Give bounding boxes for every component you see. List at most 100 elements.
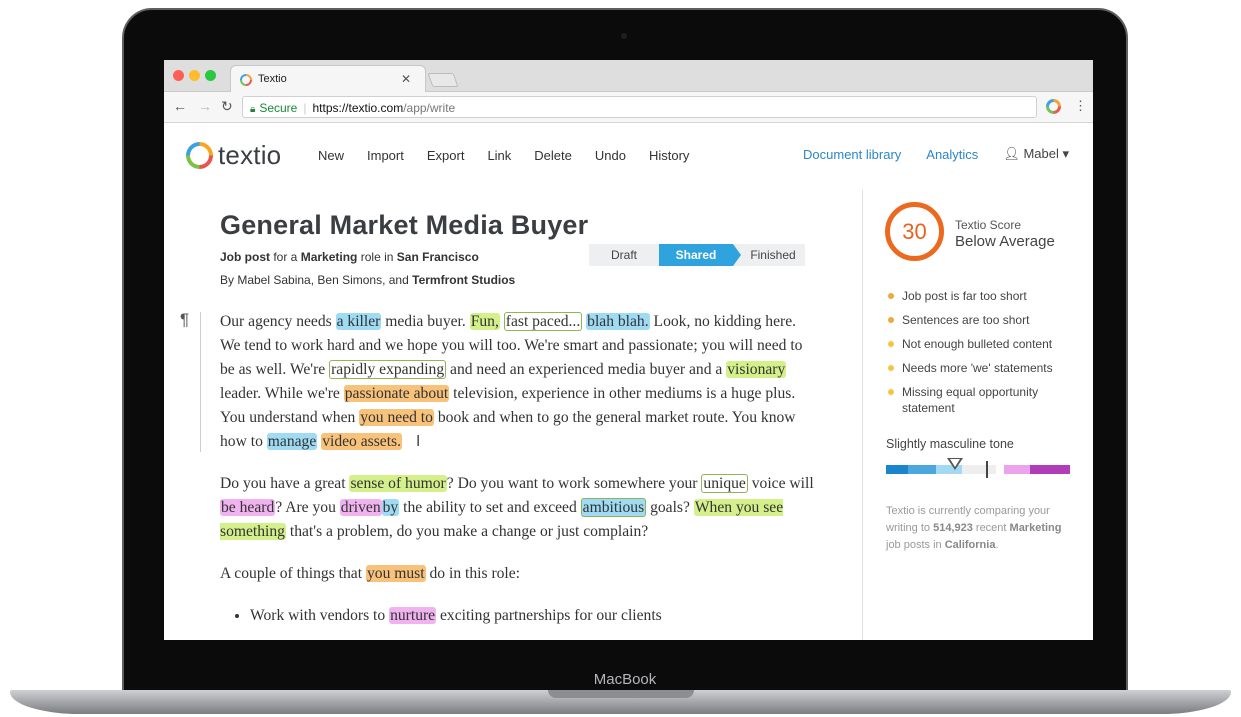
highlight-phrase[interactable]: you must [365,565,426,582]
analytics-link[interactable]: Analytics [926,147,978,162]
paragraph-2[interactable]: Do you have a great sense of humor? Do y… [220,472,820,544]
window-zoom-button[interactable] [205,70,216,81]
toolbar-menu: New Import Export Link Delete Undo Histo… [318,148,712,163]
stage-shared[interactable]: Shared [659,244,741,266]
issue-item[interactable]: Needs more 'we' statements [888,360,1068,376]
tone-meter [886,465,1070,474]
tone-center-mark [986,461,988,478]
stage-draft[interactable]: Draft [589,244,659,266]
tone-label: Slightly masculine tone [886,437,1014,451]
url-host: https://textio.com [312,101,404,115]
screen: Textio ✕ ← → ↻ 🔒︎ Secure | https://textio.c… [164,60,1093,640]
highlight-phrase[interactable]: unique [701,474,748,493]
text-run: Do you have a great [220,475,350,492]
highlight-phrase[interactable]: visionary [726,361,787,378]
document-title[interactable]: General Market Media Buyer [220,210,820,241]
browser-toolbar: ← → ↻ 🔒︎ Secure | https://textio.com/app/wr… [164,92,1093,123]
text-run: the ability to set and exceed [399,499,581,516]
app-header: textio New Import Export Link Delete Und… [164,123,1093,187]
compare-location: California [944,539,996,551]
tone-marker-inner [950,459,960,467]
menu-import[interactable]: Import [367,148,404,163]
issue-item[interactable]: Missing equal opportunity statement [888,384,1068,416]
issue-item[interactable]: Job post is far too short [888,288,1068,304]
address-separator: | [303,101,307,115]
highlight-phrase[interactable]: sense of humor [349,475,447,492]
paragraph-icon[interactable]: ¶ [180,310,189,330]
highlight-phrase[interactable]: blah blah. [586,313,650,330]
lock-icon: 🔒︎ [250,104,256,115]
user-name: Mabel [1023,146,1059,161]
textio-extension-icon[interactable] [1046,99,1061,114]
text-run: voice will [747,475,814,492]
forward-arrow-icon[interactable]: → [198,98,212,114]
sidebar-divider [862,190,863,640]
tone-segment [996,465,1004,474]
text-run: leader. While we're [220,385,344,402]
browser-menu-icon[interactable]: ⋮ [1074,98,1087,114]
score-ring: 30 [885,202,944,261]
text-run: A couple of things that [220,565,366,582]
menu-link[interactable]: Link [487,148,511,163]
meta-location[interactable]: San Francisco [397,250,479,264]
issue-item[interactable]: Not enough bulleted content [888,336,1068,352]
window-minimize-button[interactable] [189,70,200,81]
menu-history[interactable]: History [649,148,689,163]
highlight-phrase[interactable]: ambitious [580,498,647,517]
highlight-phrase[interactable]: rapidly expanding [329,360,447,379]
document-body[interactable]: Our agency needs a killer media buyer. F… [220,310,820,628]
highlight-phrase[interactable]: you need to [359,409,434,426]
highlight-phrase[interactable]: driven [339,499,382,516]
tone-segment [908,465,936,474]
browser-tab[interactable]: Textio ✕ [230,65,426,93]
address-bar[interactable]: 🔒︎ Secure | https://textio.com/app/write [242,96,1037,118]
text-run: recent [972,522,1010,534]
meta-for: for a [273,250,298,264]
laptop-notch [548,690,694,698]
issue-item[interactable]: Sentences are too short [888,312,1068,328]
reload-icon[interactable]: ↻ [221,98,233,115]
byline-prefix: By Mabel Sabina, Ben Simons, and [220,273,409,287]
right-nav: Document library Analytics 👤︎ Mabel ▾ [778,146,1069,162]
user-menu[interactable]: 👤︎ Mabel ▾ [1003,146,1069,162]
issues-list: Job post is far too short Sentences are … [888,288,1068,424]
highlight-phrase[interactable]: be heard [220,499,276,516]
highlight-phrase[interactable]: manage [266,433,318,450]
highlight-phrase[interactable]: video assets. [321,433,403,450]
highlight-phrase[interactable]: a killer [335,313,382,330]
text-cursor-icon: I [416,433,421,450]
text-run: exciting partnerships for our clients [436,607,662,624]
new-tab-button[interactable] [427,73,459,87]
document-library-link[interactable]: Document library [803,147,901,162]
highlight-phrase[interactable]: by [381,499,400,516]
camera-icon [621,33,627,39]
text-run: and need an experienced media buyer and … [446,361,727,378]
tab-close-icon[interactable]: ✕ [401,72,411,86]
stage-finished[interactable]: Finished [733,244,805,266]
text-run: that's a problem, do you make a change o… [285,523,649,540]
score-number: 30 [902,219,927,244]
meta-role[interactable]: Marketing [301,250,358,264]
menu-export[interactable]: Export [427,148,465,163]
document-byline: By Mabel Sabina, Ben Simons, and Termfro… [220,273,820,287]
highlight-phrase[interactable]: Fun, [469,313,500,330]
highlight-phrase[interactable]: nurture [389,607,437,624]
text-run: Our agency needs [220,313,336,330]
textio-logo[interactable]: textio [186,140,281,171]
window-close-button[interactable] [173,70,184,81]
user-icon: 👤︎ [1003,146,1024,161]
back-arrow-icon[interactable]: ← [173,98,187,114]
paragraph-gutter [200,312,201,452]
list-item[interactable]: Work with vendors to nurture exciting pa… [250,604,820,628]
highlight-phrase[interactable]: fast paced... [503,312,583,331]
menu-new[interactable]: New [318,148,344,163]
paragraph-3[interactable]: A couple of things that you must do in t… [220,562,820,586]
score-label: Textio Score [955,218,1022,232]
menu-undo[interactable]: Undo [595,148,626,163]
paragraph-1[interactable]: Our agency needs a killer media buyer. F… [220,310,820,454]
compare-role: Marketing [1009,522,1062,534]
menu-delete[interactable]: Delete [534,148,572,163]
workflow-stages: Draft Shared Finished [589,244,805,266]
text-run: job posts in [886,539,945,551]
highlight-phrase[interactable]: passionate about [343,385,450,402]
